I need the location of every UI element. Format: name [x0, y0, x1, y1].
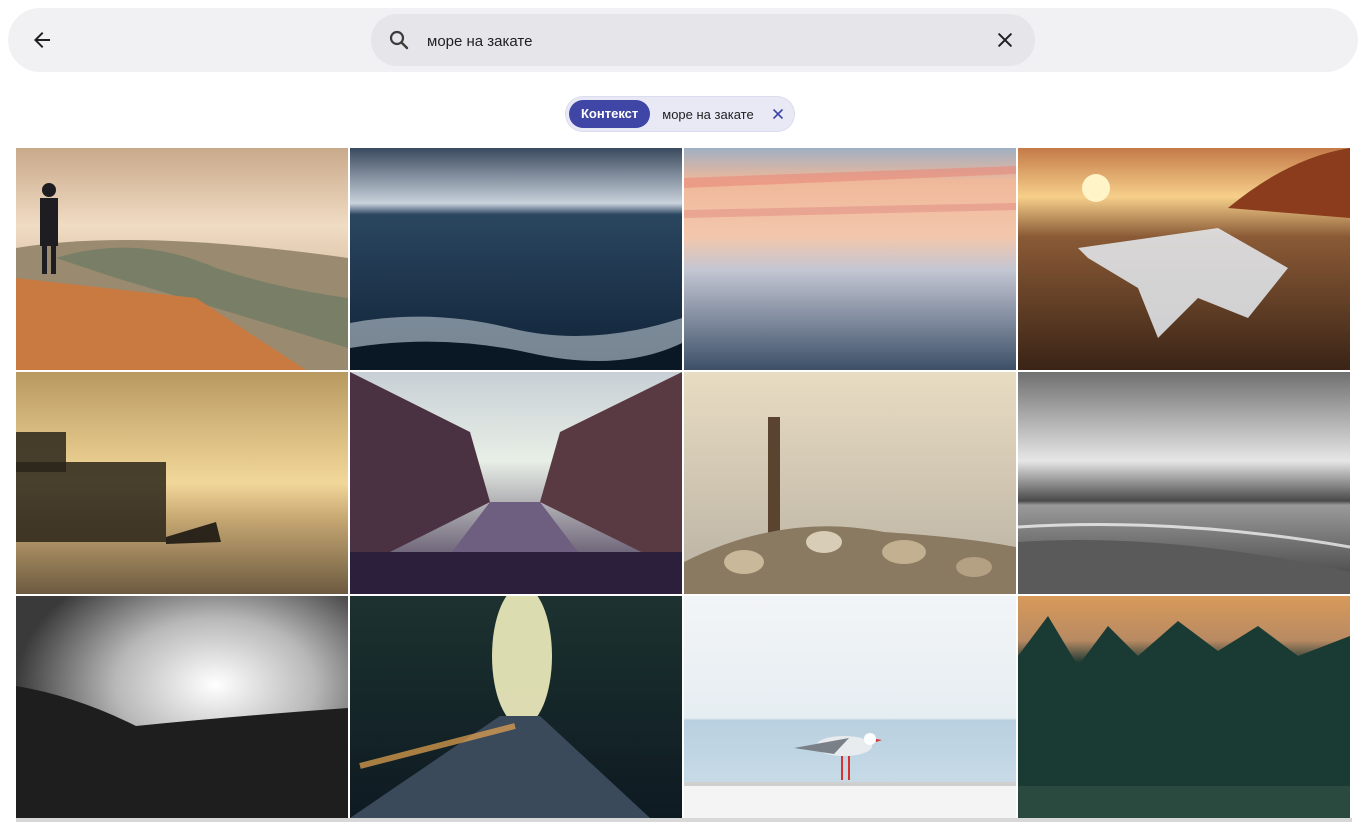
back-button[interactable] [24, 22, 60, 58]
close-icon [772, 109, 783, 119]
search-box [371, 14, 1035, 66]
result-image[interactable] [1018, 596, 1350, 818]
result-image[interactable] [350, 148, 682, 370]
next-row-edge [16, 818, 1352, 822]
chip-value: море на закате [662, 106, 754, 122]
result-image[interactable] [684, 148, 1016, 370]
search-input[interactable] [425, 24, 969, 58]
result-image[interactable] [16, 148, 348, 370]
image-results-grid [16, 148, 1352, 818]
result-image[interactable] [1018, 148, 1350, 370]
result-image[interactable] [350, 596, 682, 818]
result-image[interactable] [684, 372, 1016, 594]
search-icon[interactable] [387, 28, 411, 52]
result-image[interactable] [16, 596, 348, 818]
result-image[interactable] [16, 372, 348, 594]
chip-tag-label: Контекст [569, 100, 651, 128]
top-bar [8, 8, 1358, 72]
close-icon [998, 33, 1012, 47]
result-image[interactable] [1018, 372, 1350, 594]
arrow-left-icon [34, 32, 50, 48]
result-image[interactable] [350, 372, 682, 594]
filter-chip[interactable]: Контекст море на закате [565, 96, 795, 132]
chip-remove-button[interactable] [768, 104, 788, 124]
result-image[interactable] [684, 596, 1016, 818]
clear-search-button[interactable] [991, 26, 1019, 54]
